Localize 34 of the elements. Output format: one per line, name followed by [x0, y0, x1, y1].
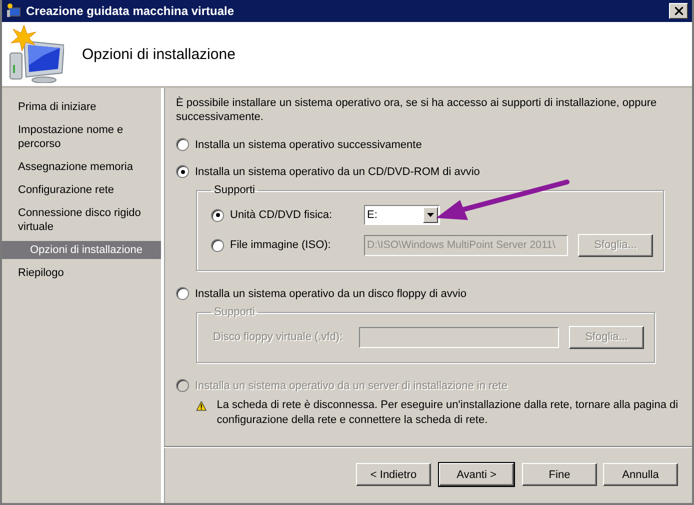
- radio-button[interactable]: [176, 138, 189, 151]
- radio-label: Installa un sistema operativo successivamente: [195, 138, 422, 150]
- sidebar-item[interactable]: Impostazione nome e percorso: [2, 121, 161, 153]
- computer-icon: [6, 3, 22, 19]
- sidebar-item[interactable]: Assegnazione memoria: [2, 158, 161, 176]
- radio-label: Unità CD/DVD fisica:: [230, 209, 334, 221]
- sidebar-item[interactable]: Configurazione rete: [2, 181, 161, 199]
- caret-icon: [427, 213, 434, 217]
- wizard-button[interactable]: Fine: [522, 463, 597, 486]
- wizard-button[interactable]: < Indietro: [356, 463, 431, 486]
- wizard-button[interactable]: Annulla: [603, 463, 678, 486]
- sidebar-item[interactable]: Opzioni di installazione: [2, 241, 161, 259]
- sidebar-item[interactable]: Prima di iniziare: [2, 98, 161, 116]
- drive-dropdown[interactable]: E:: [364, 205, 440, 225]
- close-icon: [674, 7, 682, 15]
- sidebar-item[interactable]: Riepilogo: [2, 264, 161, 282]
- radio-button[interactable]: [176, 165, 189, 178]
- radio-label: Installa un sistema operativo da un disco floppy di avvio: [195, 288, 466, 300]
- computer-star-icon: [8, 25, 64, 83]
- intro-text: È possibile installare un sistema operativo ora, se si ha accesso ai supporti di installazione, oppure successivamente.: [176, 96, 658, 124]
- group-title: Supporti: [213, 306, 256, 318]
- window-title: Creazione guidata macchina virtuale: [26, 4, 236, 18]
- radio-button[interactable]: [176, 287, 189, 300]
- warning-text: La scheda di rete è disconnessa. Per eseguire un'installazione dalla rete, tornare alla pagina di configurazione della rete e connettere la scheda di rete.: [216, 398, 680, 428]
- close-button[interactable]: [669, 3, 688, 19]
- page-heading: Opzioni di installazione: [82, 46, 236, 62]
- radio-label: Installa un sistema operativo da un CD/DVD-ROM di avvio: [195, 166, 480, 178]
- field-label: Disco floppy virtuale (.vfd):: [213, 331, 344, 343]
- sidebar-item[interactable]: Connessione disco rigido virtuale: [2, 204, 161, 236]
- wizard-button[interactable]: Avanti >: [439, 463, 514, 486]
- radio-button[interactable]: [211, 208, 224, 222]
- radio-label: File immagine (ISO):: [230, 239, 332, 251]
- group-title: Supporti: [213, 184, 256, 196]
- radio-label: Installa un sistema operativo da un server di installazione in rete: [195, 380, 508, 392]
